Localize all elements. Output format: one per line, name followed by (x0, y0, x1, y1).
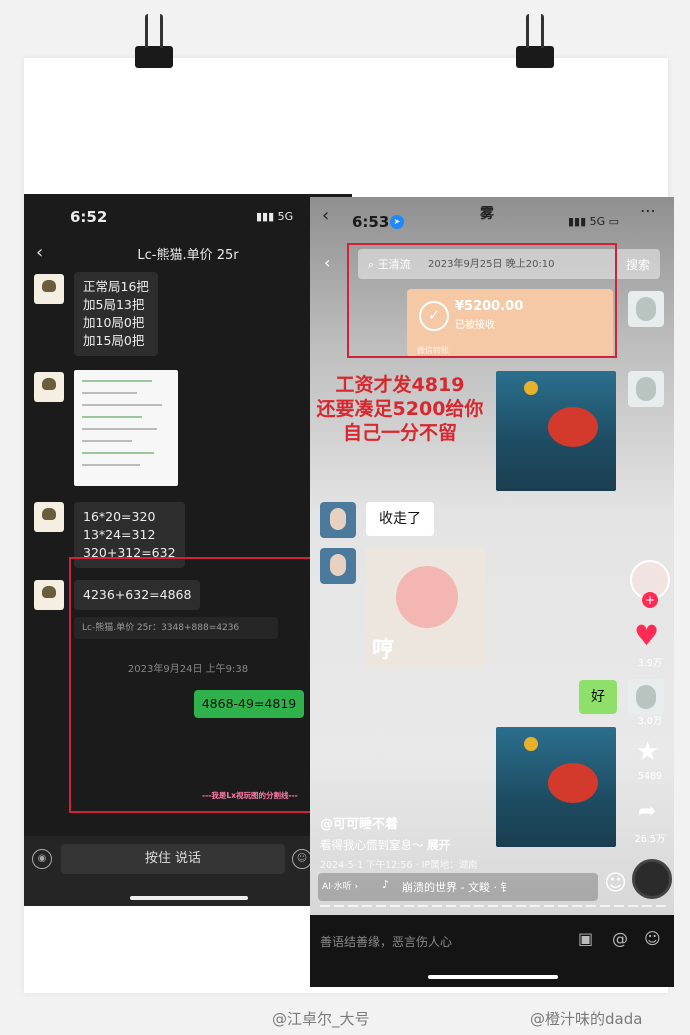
highlight-box (69, 557, 314, 813)
avatar[interactable] (34, 502, 64, 532)
image-icon[interactable]: ▣ (578, 929, 593, 948)
search-button[interactable]: 搜索 (626, 256, 650, 273)
caption-line: 工资才发4819 (335, 374, 465, 396)
emoji-icon[interactable]: ☺ (292, 849, 312, 869)
share-count: 26.5万 (634, 834, 666, 845)
message-line: 16*20=320 (83, 509, 156, 524)
emoji-icon[interactable]: ☺ (644, 929, 661, 948)
status-time: 6:52 (70, 208, 108, 226)
sticker-text: 哼 (372, 638, 395, 663)
highlight-box (347, 243, 617, 358)
message-line: 13*24=312 (83, 527, 156, 542)
favorite-icon[interactable]: ★ (636, 737, 659, 767)
post-meta: 2024-5-1 下午12:56 · IP属地：湖南 (320, 860, 478, 871)
voice-toggle-icon[interactable]: ◉ (32, 849, 52, 869)
emoji-icon[interactable]: ☺ (604, 871, 627, 896)
signal-indicator: ▮▮▮ 5G (256, 210, 294, 223)
creator-avatar[interactable]: + (630, 560, 670, 608)
music-disc-icon[interactable] (632, 859, 672, 899)
music-note-icon: ♪ (382, 878, 390, 891)
follow-plus-icon[interactable]: + (642, 592, 658, 608)
signal-indicator: ▮▮▮ 5G ▭ (568, 215, 620, 228)
comment-count: 3.0万 (637, 716, 663, 727)
song-title: 崩溃的世界 - 文畯 · 钅 (402, 881, 512, 894)
sticker-image[interactable] (496, 727, 616, 847)
watermark: @橙汁味的dada (530, 1010, 643, 1028)
avatar[interactable] (320, 502, 356, 538)
like-icon[interactable]: ♥ (634, 619, 659, 652)
message-bubble: 收走了 (366, 502, 434, 536)
like-count: 3.9万 (637, 658, 663, 669)
favorite-count: 5489 (637, 771, 663, 782)
message-line: 正常局16把 (83, 279, 149, 294)
status-time: 6:53 (352, 213, 390, 231)
back-arrow-icon[interactable]: ‹ (324, 253, 330, 272)
ai-listen-label[interactable]: AI·水听 › (322, 879, 358, 892)
avatar[interactable] (320, 548, 356, 584)
home-indicator (428, 975, 558, 979)
avatar[interactable] (34, 274, 64, 304)
sticker-image[interactable]: 哼 (366, 548, 486, 668)
sticker-image[interactable] (496, 371, 616, 491)
avatar[interactable] (628, 371, 664, 407)
caption-line: 还要凑足5200给你 (316, 398, 484, 420)
avatar[interactable] (628, 679, 664, 715)
avatar[interactable] (34, 580, 64, 610)
home-indicator (130, 896, 248, 900)
comment-input[interactable]: 善语结善缘，恶言伤人心 (320, 933, 452, 950)
watermark: @江卓尔_大号 (272, 1010, 370, 1028)
message-bubble: 正常局16把 加5局13把 加10局0把 加15局0把 (74, 272, 158, 356)
more-icon[interactable]: ⋯ (640, 201, 656, 220)
back-arrow-icon[interactable]: ‹ (322, 205, 329, 226)
avatar[interactable] (34, 372, 64, 402)
share-icon[interactable]: ➦ (638, 799, 656, 824)
message-line: 加10局0把 (83, 315, 145, 330)
music-row[interactable]: AI·水听 › ♪ 崩溃的世界 - 文畯 · 钅 (318, 873, 598, 901)
top-title: 雾 (480, 206, 494, 222)
location-icon: ➤ (390, 215, 404, 229)
hold-to-talk-button[interactable]: 按住 说话 (61, 844, 285, 874)
post-description: 看得我心慌到窒息～ 展开 (320, 838, 451, 852)
image-thumbnail[interactable] (74, 370, 178, 486)
binder-clip-icon (516, 14, 554, 68)
expand-link[interactable]: 展开 (427, 838, 450, 852)
author-name[interactable]: @可可睡不着 (320, 813, 398, 832)
mention-icon[interactable]: @ (612, 929, 628, 948)
video-progress[interactable] (320, 905, 666, 907)
chat-title: Lc-熊猫.单价 25r (137, 248, 239, 263)
caption-line: 自己一分不留 (342, 422, 457, 444)
message-line: 加15局0把 (83, 333, 145, 348)
overlay-caption: 工资才发4819 还要凑足5200给你 自己一分不留 (310, 373, 490, 445)
binder-clip-icon (135, 14, 173, 68)
message-line: 加5局13把 (83, 297, 145, 312)
avatar[interactable] (628, 291, 664, 327)
sent-message-bubble: 好 (579, 680, 617, 714)
